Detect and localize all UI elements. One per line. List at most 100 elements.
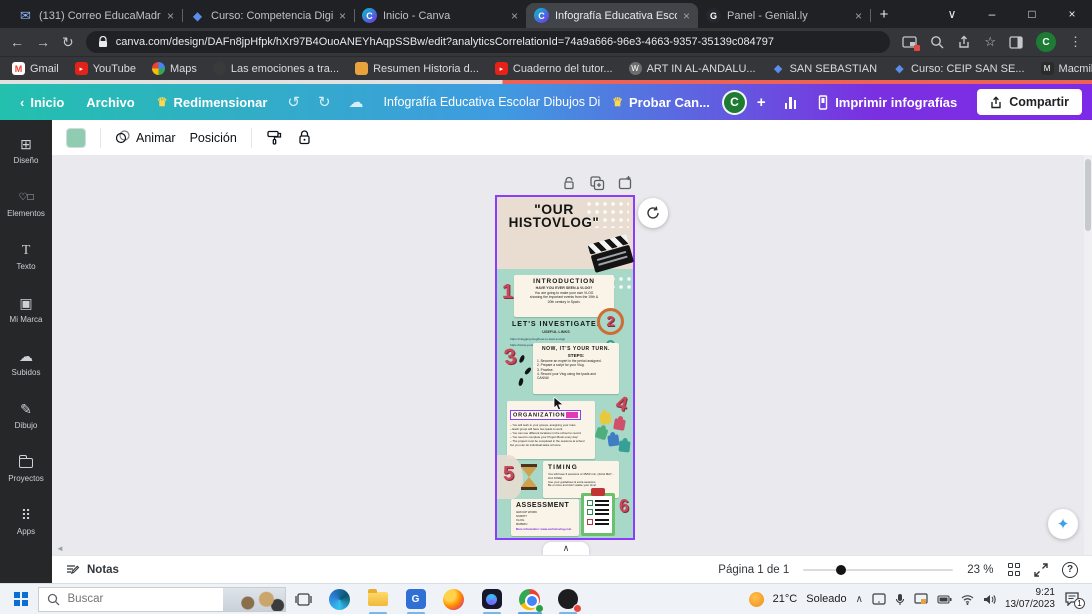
design-title[interactable]: Infografía Educativa Escolar Dibujos Div… [374, 95, 601, 109]
tab-correo[interactable]: ✉ (131) Correo EducaMadrid : × [10, 3, 183, 28]
section-1-number[interactable]: 1 [502, 281, 513, 304]
close-icon[interactable]: × [511, 9, 518, 23]
battery-icon[interactable] [937, 594, 952, 604]
bookmark-maps[interactable]: Maps [151, 62, 197, 75]
zoom-slider-handle[interactable] [836, 564, 847, 575]
bookmark-emociones[interactable]: Las emociones a tra... [212, 62, 339, 75]
bookmark-star-icon[interactable]: ☆ [984, 34, 996, 50]
duplicate-page-icon[interactable] [589, 175, 605, 191]
tray-expand-chevron-icon[interactable]: ∧ [856, 594, 863, 605]
sidebar-item-subidos[interactable]: ☁ Subidos [0, 336, 52, 389]
taskbar-app-explorer[interactable] [366, 587, 390, 614]
copy-style-button[interactable] [266, 129, 283, 146]
tab-genially[interactable]: G Panel - Genial.ly × [698, 3, 871, 28]
taskbar-clock[interactable]: 9:21 13/07/2023 [1005, 587, 1055, 611]
tab-search-chevron-icon[interactable]: ∨ [932, 0, 972, 28]
canva-avatar[interactable]: C [721, 89, 747, 115]
bookmark-resumen[interactable]: Resumen Historia d... [355, 62, 479, 75]
weather-temp[interactable]: 21°C [773, 593, 798, 605]
lock-button[interactable] [297, 129, 312, 146]
wifi-icon[interactable] [961, 594, 974, 605]
background-color-swatch[interactable] [66, 127, 86, 148]
task-view-button[interactable] [294, 592, 312, 607]
bookmark-macmillan[interactable]: M Macmillan Educatio... [1040, 62, 1092, 75]
search-highlight-image[interactable] [222, 587, 285, 611]
infographic-title[interactable]: "OUR HISTOVLOG" [497, 202, 611, 230]
taskbar-app-chrome[interactable] [517, 587, 544, 614]
side-panel-icon[interactable] [1009, 35, 1023, 49]
new-tab-button[interactable]: + [870, 0, 898, 28]
add-page-icon[interactable] [617, 175, 633, 191]
sidebar-item-elementos[interactable]: ♡□ Elementos [0, 177, 52, 230]
home-button[interactable]: ‹ Inicio [10, 90, 74, 115]
vertical-scrollbar[interactable] [1084, 155, 1092, 555]
section-2-number-circle[interactable]: 2 [597, 308, 624, 335]
sidebar-item-dibujo[interactable]: ✎ Dibujo [0, 389, 52, 442]
start-button[interactable] [14, 592, 28, 606]
insights-chart-icon[interactable] [776, 95, 806, 109]
close-icon[interactable]: × [167, 9, 174, 23]
sidebar-item-mi-marca[interactable]: ▣ Mi Marca [0, 283, 52, 336]
sidebar-item-apps[interactable]: ⠿ Apps [0, 495, 52, 548]
bookmark-sansebastian[interactable]: ◆ SAN SEBASTIAN [772, 62, 877, 76]
taskbar-search[interactable] [37, 586, 286, 612]
section-introduction[interactable]: INTRODUCTION HAVE YOU EVER SEEN A VLOG? … [514, 275, 614, 317]
forward-icon[interactable]: → [36, 34, 50, 50]
minimize-button[interactable]: – [972, 0, 1012, 28]
taskbar-app-media[interactable] [556, 587, 582, 614]
share-button[interactable]: Compartir [977, 89, 1082, 115]
animate-button[interactable]: Animar [115, 130, 176, 145]
search-input[interactable] [67, 593, 188, 605]
section-steps[interactable]: NOW, IT'S YOUR TURN. STEPS: 1. Become an… [533, 343, 619, 394]
cast-screen-icon[interactable] [914, 593, 928, 605]
section-5-number[interactable]: 5 [503, 463, 514, 486]
section-assessment[interactable]: ASSESSMENT GROUP WORK SCRIPT VLOG RUBRIC… [511, 499, 579, 536]
volume-icon[interactable] [983, 594, 996, 605]
shuffle-style-button[interactable] [638, 198, 668, 228]
taskbar-app-firefox[interactable] [442, 587, 466, 611]
sidebar-item-texto[interactable]: T Texto [0, 230, 52, 283]
zoom-level[interactable]: 23 % [967, 564, 993, 576]
bookmark-art[interactable]: W ART IN AL-ANDALU... [628, 62, 756, 75]
bookmark-cuaderno[interactable]: ▸ Cuaderno del tutor... [494, 62, 613, 75]
help-button[interactable]: ? [1062, 561, 1078, 578]
position-button[interactable]: Posición [190, 131, 237, 145]
fullscreen-icon[interactable] [1034, 562, 1048, 577]
weather-desc[interactable]: Soleado [806, 593, 846, 605]
weather-sun-icon[interactable] [748, 591, 764, 607]
section-organization[interactable]: ORGANIZATION – You will work in your gro… [507, 401, 595, 459]
tab-canva-home[interactable]: C Inicio - Canva × [354, 3, 527, 28]
undo-icon[interactable]: ↺ [279, 93, 308, 111]
scrollbar-thumb[interactable] [1085, 159, 1091, 231]
maximize-button[interactable]: □ [1012, 0, 1052, 28]
bookmark-youtube[interactable]: ▸ YouTube [74, 62, 136, 75]
taskbar-app-dark[interactable] [480, 587, 504, 614]
reload-icon[interactable]: ↻ [62, 34, 74, 51]
add-member-button[interactable]: + [749, 94, 774, 111]
close-icon[interactable]: × [683, 9, 690, 23]
design-canvas[interactable]: "OUR HISTOVLOG" 1 INTRODUCTION HAVE YOU … [52, 155, 1092, 555]
microphone-icon[interactable] [895, 593, 905, 606]
section-6-number[interactable]: 6 [619, 496, 629, 517]
bookmark-ceip[interactable]: ◆ Curso: CEIP SAN SE... [893, 62, 1024, 76]
close-icon[interactable]: × [855, 9, 862, 23]
redo-icon[interactable]: ↻ [310, 93, 339, 111]
zoom-search-icon[interactable] [930, 35, 944, 49]
back-icon[interactable]: ← [10, 34, 24, 50]
taskbar-app-blue[interactable]: G [404, 587, 428, 614]
url-field[interactable]: canva.com/design/DAFn8jpHfpk/hXr97B4OuoA… [85, 31, 891, 53]
notes-button[interactable]: Notas [66, 563, 119, 577]
taskbar-app-edge[interactable] [328, 587, 352, 611]
close-icon[interactable]: × [339, 9, 346, 23]
file-menu-button[interactable]: Archivo [76, 90, 144, 115]
browser-avatar[interactable]: C [1036, 32, 1056, 52]
bookmark-gmail[interactable]: M Gmail [12, 62, 59, 75]
infographic-page[interactable]: "OUR HISTOVLOG" 1 INTRODUCTION HAVE YOU … [495, 195, 635, 540]
share-icon[interactable] [957, 35, 971, 49]
lock-page-icon[interactable] [561, 175, 577, 191]
sidebar-item-proyectos[interactable]: Proyectos [0, 442, 52, 495]
notification-center-button[interactable]: 1 [1064, 592, 1085, 609]
page-indicator[interactable]: Página 1 de 1 [718, 564, 789, 576]
resize-button[interactable]: ♛ Redimensionar [147, 90, 278, 115]
section-4-number[interactable]: 4 [613, 392, 630, 417]
